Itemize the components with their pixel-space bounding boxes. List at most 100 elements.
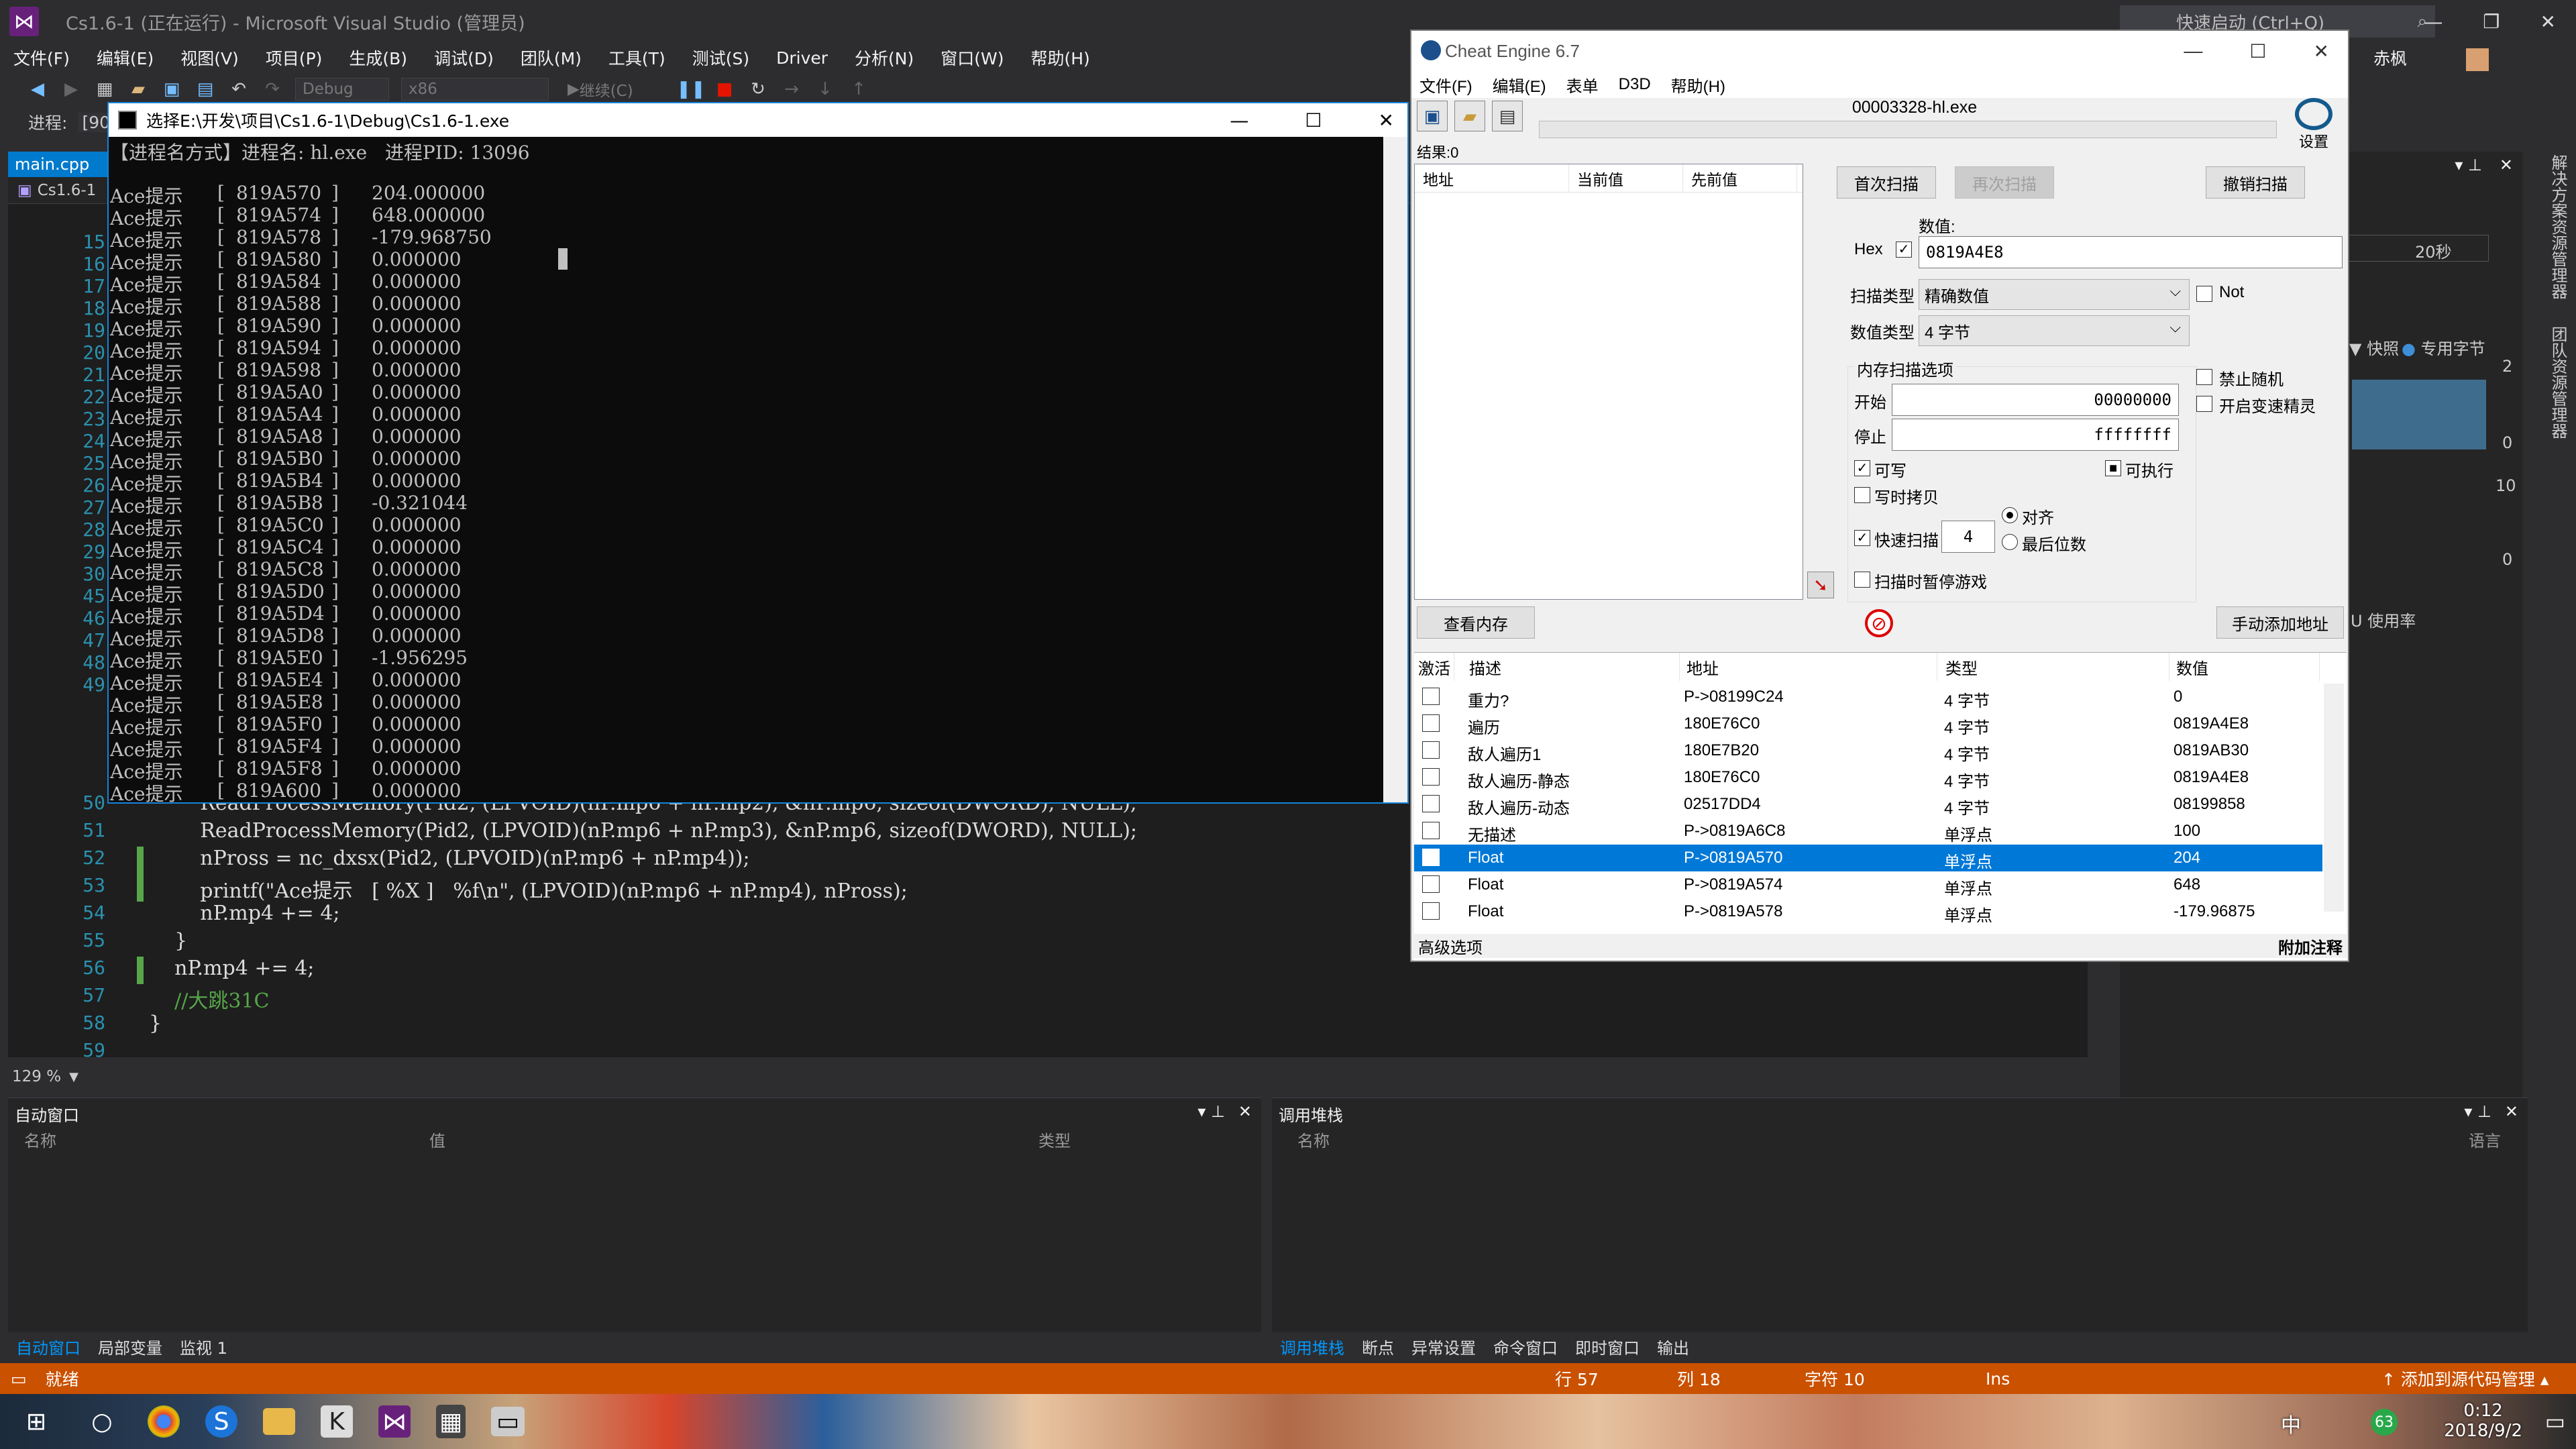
zoom-select[interactable]: 129 % bbox=[12, 1068, 61, 1085]
chrome-icon[interactable] bbox=[148, 1405, 180, 1438]
panel-pin-icon[interactable]: ▾ ⊥ bbox=[1197, 1102, 1225, 1121]
back-icon[interactable]: ◀ bbox=[27, 78, 48, 100]
ce-table-row[interactable]: 敌人遍历-动态 02517DD4 4 字节 08199858 bbox=[1414, 791, 2322, 818]
ce-table-row[interactable]: 重力? P->08199C24 4 字节 0 bbox=[1414, 684, 2322, 710]
cortana-icon[interactable]: ○ bbox=[82, 1401, 122, 1442]
system-tray-clock[interactable]: 0:12 2018/9/2 bbox=[2444, 1401, 2522, 1441]
menu-help[interactable]: 帮助(H) bbox=[1030, 46, 1089, 70]
notification-icon[interactable]: ▭ bbox=[2545, 1409, 2565, 1434]
undo-icon[interactable]: ↶ bbox=[228, 78, 250, 100]
calculator-icon[interactable]: ▦ bbox=[436, 1405, 466, 1438]
save-icon[interactable]: ▤ bbox=[1492, 101, 1523, 131]
next-scan-button[interactable]: 再次扫描 bbox=[1955, 166, 2054, 199]
hex-checkbox[interactable]: ✓ bbox=[1896, 241, 1912, 258]
memory-view-button[interactable]: 查看内存 bbox=[1417, 606, 1535, 639]
ce-col-value[interactable]: 数值 bbox=[2172, 653, 2320, 681]
redo-icon[interactable]: ↷ bbox=[262, 78, 283, 100]
open-process-icon[interactable]: ▣ bbox=[1417, 101, 1448, 131]
console-close-button[interactable]: ✕ bbox=[1379, 109, 1394, 131]
tab-exception-settings[interactable]: 异常设置 bbox=[1411, 1335, 1476, 1358]
ce-table-scrollbar[interactable] bbox=[2324, 684, 2344, 912]
ce-address-table[interactable]: 激活 描述 地址 类型 数值 重力? P->08199C24 4 字节 0 遍历 180E… bbox=[1414, 652, 2347, 961]
tab-command-window[interactable]: 命令窗口 bbox=[1493, 1335, 1558, 1358]
step-out-icon[interactable]: ↑ bbox=[848, 78, 869, 100]
console-output[interactable]: 【进程名方式】进程名: hl.exe 进程PID: 13096 Ace提示 [81… bbox=[109, 137, 1383, 805]
undo-scan-button[interactable]: 撤销扫描 bbox=[2206, 166, 2305, 199]
fast-scan-checkbox[interactable]: ✓ bbox=[1854, 530, 1870, 546]
tab-main-cpp[interactable]: main.cpp bbox=[8, 152, 109, 177]
menu-analyze[interactable]: 分析(N) bbox=[855, 46, 914, 70]
panel-close-icon[interactable]: ✕ bbox=[2505, 1102, 2518, 1121]
tab-locals[interactable]: 局部变量 bbox=[98, 1335, 162, 1358]
ce-row-active-checkbox[interactable] bbox=[1422, 822, 1440, 839]
restart-icon[interactable]: ↻ bbox=[747, 78, 769, 100]
speedhack-checkbox[interactable] bbox=[2196, 396, 2212, 412]
ce-row-active-checkbox[interactable] bbox=[1422, 768, 1440, 786]
tab-team-explorer[interactable]: 团队资源管理器 bbox=[2532, 326, 2570, 439]
ce-minimize-button[interactable]: — bbox=[2184, 40, 2202, 62]
ce-maximize-button[interactable]: ☐ bbox=[2249, 40, 2266, 62]
ce-row-active-checkbox[interactable] bbox=[1422, 795, 1440, 812]
table-extras-button[interactable]: 附加注释 bbox=[2278, 934, 2343, 958]
platform-select[interactable]: x86 bbox=[401, 78, 549, 101]
menu-file[interactable]: 文件(F) bbox=[13, 46, 70, 70]
visual-studio-taskbar-icon[interactable]: ⋈ bbox=[378, 1405, 411, 1438]
panel-close-icon[interactable]: ✕ bbox=[1238, 1102, 1252, 1121]
ce-col-active[interactable]: 激活 bbox=[1414, 653, 1454, 681]
ce-table-row[interactable]: 遍历 180E76C0 4 字节 0819A4E8 bbox=[1414, 710, 2322, 737]
no-random-checkbox[interactable] bbox=[2196, 369, 2212, 385]
ime-language[interactable]: 中 bbox=[2281, 1409, 2301, 1438]
first-scan-button[interactable]: 首次扫描 bbox=[1837, 166, 1936, 199]
value-input[interactable]: 0819A4E8 bbox=[1919, 236, 2343, 268]
tab-solution-explorer[interactable]: 解决方案资源管理器 bbox=[2532, 154, 2570, 299]
value-type-select[interactable]: 4 字节 bbox=[1919, 315, 2190, 346]
menu-debug[interactable]: 调试(D) bbox=[434, 46, 494, 70]
menu-test[interactable]: 测试(S) bbox=[692, 46, 749, 70]
menu-build[interactable]: 生成(B) bbox=[349, 46, 407, 70]
tab-watch-1[interactable]: 监视 1 bbox=[180, 1335, 227, 1358]
nav-project-select[interactable]: Cs1.6-1 bbox=[38, 182, 97, 199]
file-explorer-icon[interactable] bbox=[263, 1408, 295, 1435]
ce-row-active-checkbox[interactable] bbox=[1422, 902, 1440, 920]
add-address-manually-button[interactable]: 手动添加地址 bbox=[2216, 606, 2344, 639]
tab-autos[interactable]: 自动窗口 bbox=[16, 1335, 80, 1358]
menu-tools[interactable]: 工具(T) bbox=[608, 46, 665, 70]
ce-settings-button[interactable]: 设置 bbox=[2293, 98, 2334, 152]
tab-breakpoints[interactable]: 断点 bbox=[1362, 1335, 1394, 1358]
config-select[interactable]: Debug bbox=[295, 78, 389, 101]
start-windows-icon[interactable]: ⊞ bbox=[16, 1401, 56, 1442]
close-button[interactable]: ✕ bbox=[2540, 11, 2556, 33]
console-minimize-button[interactable]: — bbox=[1230, 109, 1248, 131]
menu-project[interactable]: 项目(P) bbox=[266, 46, 323, 70]
ce-col-address[interactable]: 地址 bbox=[1682, 653, 1937, 681]
ce-row-active-checkbox[interactable] bbox=[1422, 875, 1440, 893]
console-maximize-button[interactable]: ☐ bbox=[1305, 109, 1322, 131]
panel-close-icon[interactable]: ✕ bbox=[2500, 156, 2513, 174]
menu-window[interactable]: 窗口(W) bbox=[941, 46, 1004, 70]
console-taskbar-icon[interactable]: ▭ bbox=[491, 1407, 525, 1436]
panel-pin-icon[interactable]: ▾ ⊥ bbox=[2455, 156, 2482, 174]
ce-menu-file[interactable]: 文件(F) bbox=[1419, 73, 1472, 97]
menu-view[interactable]: 视图(V) bbox=[180, 46, 239, 70]
user-name[interactable]: 赤枫 bbox=[2373, 46, 2516, 71]
tab-output[interactable]: 输出 bbox=[1657, 1335, 1689, 1358]
step-over-icon[interactable]: → bbox=[781, 78, 802, 100]
save-all-icon[interactable]: ▤ bbox=[195, 78, 216, 100]
start-address-input[interactable]: 00000000 bbox=[1892, 384, 2179, 416]
open-icon[interactable]: ▰ bbox=[127, 78, 149, 100]
forward-icon[interactable]: ▶ bbox=[60, 78, 82, 100]
stop-address-input[interactable]: ffffffff bbox=[1892, 419, 2179, 451]
ce-row-active-checkbox[interactable] bbox=[1422, 688, 1440, 705]
source-control-button[interactable]: ↑ 添加到源代码管理 ▴ bbox=[2381, 1366, 2548, 1391]
ce-table-row[interactable]: Float P->0819A574 单浮点 648 bbox=[1414, 871, 2322, 898]
executable-checkbox[interactable]: ■ bbox=[2105, 460, 2121, 476]
continue-button[interactable]: ▶ 继续(C) bbox=[561, 78, 668, 101]
ce-close-button[interactable]: ✕ bbox=[2314, 40, 2329, 62]
ce-table-row[interactable]: Float P->0819A578 单浮点 -179.96875 bbox=[1414, 898, 2322, 925]
ce-row-active-checkbox[interactable] bbox=[1422, 849, 1440, 866]
ce-menu-help[interactable]: 帮助(H) bbox=[1671, 73, 1725, 97]
panel-pin-icon[interactable]: ▾ ⊥ bbox=[2464, 1102, 2491, 1121]
console-scrollbar[interactable] bbox=[1383, 137, 1407, 802]
ce-list-col-address[interactable]: 地址 bbox=[1415, 164, 1569, 193]
pause-game-checkbox[interactable] bbox=[1854, 572, 1870, 588]
